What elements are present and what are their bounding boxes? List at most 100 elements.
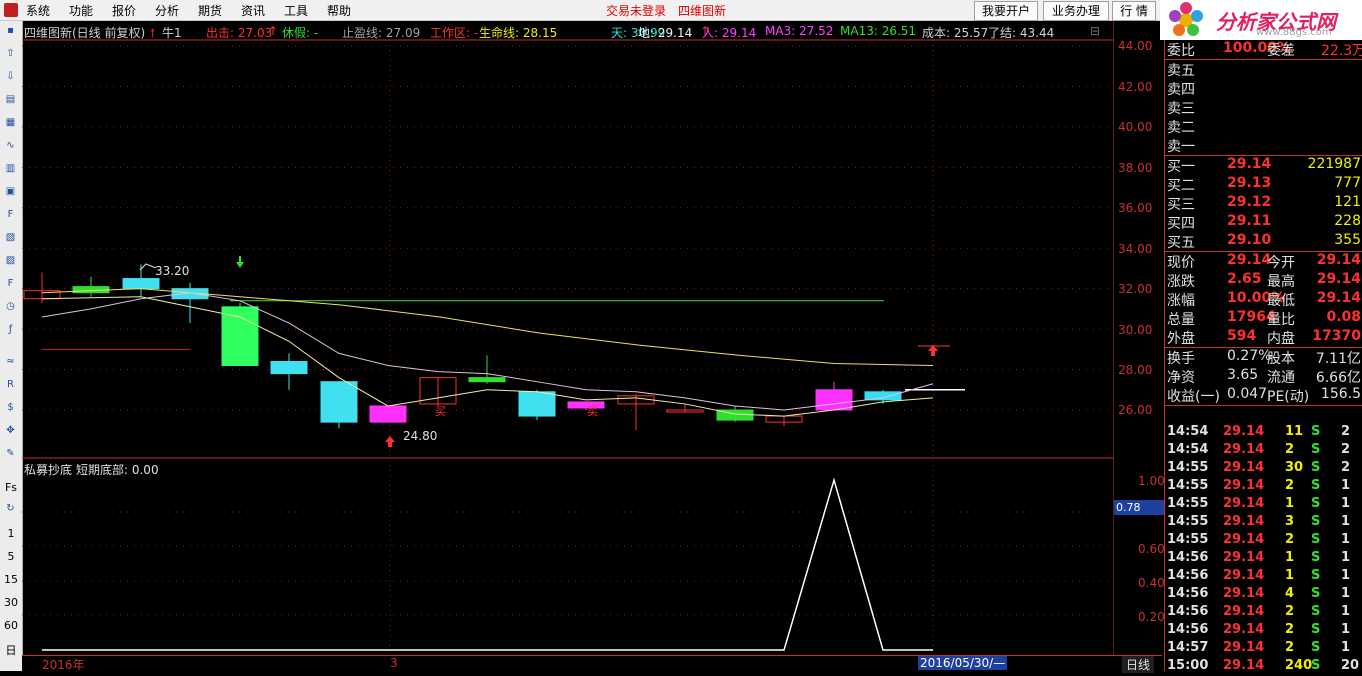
tick-price: 29.14	[1223, 514, 1265, 529]
market-button[interactable]: 行 情	[1112, 1, 1156, 21]
tick-price: 29.14	[1223, 604, 1265, 619]
chart-mode-icon[interactable]: ▪	[3, 23, 18, 38]
quote-panel: 委比 100.00% 委差 22.3万 卖五 卖四 卖三 卖二 卖一 买一 29.14 22…	[1164, 40, 1362, 673]
buy-signal-label: 买	[435, 405, 446, 418]
tick-time: 14:55	[1167, 478, 1209, 493]
quote-label: 最高	[1267, 274, 1295, 290]
period-day[interactable]: 日	[0, 642, 22, 658]
candle-body	[270, 360, 308, 375]
kline-icon[interactable]: ▥	[3, 161, 18, 176]
tiles-icon[interactable]: ▣	[3, 184, 18, 199]
sell-row: 卖四	[1165, 79, 1362, 98]
weibi-label: 委比	[1167, 43, 1195, 59]
fund-row: 收益(一) 0.047 PE(动) 156.5	[1165, 386, 1362, 406]
period-fs[interactable]: Fs	[0, 481, 22, 494]
tick-volume: 2	[1285, 640, 1295, 655]
period-5[interactable]: 5	[0, 550, 22, 563]
tick-row: 15:00 29.14 240 S 20	[1165, 658, 1362, 676]
report-icon[interactable]: ▤	[3, 92, 18, 107]
menu-function[interactable]: 功能	[69, 2, 93, 19]
menu-news[interactable]: 资讯	[241, 2, 265, 19]
business-button[interactable]: 业务办理	[1043, 1, 1109, 21]
tick-count: 2	[1341, 424, 1351, 439]
tick-time: 14:56	[1167, 622, 1209, 637]
move-icon[interactable]: ✥	[3, 423, 18, 438]
site-logo: 分析家公式网 www.88gs.com	[1160, 0, 1362, 40]
tick-side: S	[1311, 568, 1321, 583]
menu-quote[interactable]: 报价	[112, 2, 136, 19]
period-15[interactable]: 15	[0, 573, 22, 586]
fund-label: 收益(一)	[1167, 389, 1220, 405]
line-chart-icon[interactable]: ∿	[3, 138, 18, 153]
open-account-button[interactable]: 我要开户	[974, 1, 1038, 21]
period-60[interactable]: 60	[0, 619, 22, 632]
period-30[interactable]: 30	[0, 596, 22, 609]
sell-row: 卖三	[1165, 98, 1362, 117]
quote-label: 量比	[1267, 312, 1295, 328]
f12-icon[interactable]: F	[3, 276, 18, 291]
tick-row: 14:56 29.14 1 S 1	[1165, 550, 1362, 568]
dollar-icon[interactable]: $	[3, 400, 18, 415]
quote-value: 0.08	[1326, 309, 1361, 325]
quote-label: 最低	[1267, 293, 1295, 309]
menu-system[interactable]: 系统	[26, 2, 50, 19]
formula-icon[interactable]: ƒ	[3, 322, 18, 337]
period-label[interactable]: 日线	[1122, 656, 1155, 673]
buy-row: 买四 29.11 228	[1165, 213, 1362, 232]
price-axis-label: 28.00	[1118, 363, 1153, 377]
arrow-down-icon[interactable]: ⇩	[3, 69, 18, 84]
tick-count: 1	[1341, 514, 1351, 529]
f10-icon[interactable]: F	[3, 207, 18, 222]
tick-volume: 2	[1285, 442, 1295, 457]
refresh-icon[interactable]: ↻	[3, 501, 18, 516]
tick-row: 14:55 29.14 2 S 1	[1165, 478, 1362, 496]
tick-time: 14:56	[1167, 586, 1209, 601]
draw-icon[interactable]: ✎	[3, 446, 18, 461]
buy-signal-label: 买	[587, 405, 598, 418]
buy-row: 买一 29.14 221987	[1165, 156, 1362, 175]
candle-body	[221, 306, 259, 367]
stock-name: 四维图新	[678, 4, 727, 18]
tick-time: 14:57	[1167, 640, 1209, 655]
menu-analysis[interactable]: 分析	[155, 2, 179, 19]
period-1[interactable]: 1	[0, 527, 22, 540]
date-cursor: 2016/05/30/—	[918, 656, 1008, 670]
price-axis-label: 30.00	[1118, 323, 1153, 337]
tick-volume: 2	[1285, 478, 1295, 493]
tick-volume: 3	[1285, 514, 1295, 529]
candle-body	[369, 405, 407, 423]
menu-tools[interactable]: 工具	[284, 2, 308, 19]
tick-side: S	[1311, 550, 1321, 565]
sub-indicator	[42, 477, 933, 651]
tick-count: 1	[1341, 604, 1351, 619]
arrow-up-icon[interactable]: ⇧	[3, 46, 18, 61]
quote-label: 涨幅	[1167, 293, 1195, 309]
clock-icon[interactable]: ◷	[3, 299, 18, 314]
tick-side: S	[1311, 442, 1321, 457]
rsi-icon[interactable]: R	[3, 377, 18, 392]
weibi-row: 委比 100.00% 委差 22.3万	[1165, 40, 1362, 60]
menu-futures[interactable]: 期货	[198, 2, 222, 19]
calendar-icon[interactable]: ▨	[3, 253, 18, 268]
quote-value: 29.14	[1316, 271, 1361, 287]
candle-body	[320, 381, 358, 423]
fund-label: 净资	[1167, 370, 1195, 386]
chart-grid	[22, 21, 1114, 655]
price-axis-label: 32.00	[1118, 282, 1153, 296]
tick-side: S	[1311, 640, 1321, 655]
fund-value: 3.65	[1227, 367, 1259, 383]
high-marker	[139, 263, 157, 271]
tick-side: S	[1311, 460, 1321, 475]
buy-price: 29.11	[1227, 213, 1272, 229]
tick-side: S	[1311, 514, 1321, 529]
sell-level-label: 卖一	[1167, 139, 1195, 155]
price-axis-label: 38.00	[1118, 161, 1153, 175]
sell-row: 卖一	[1165, 136, 1362, 156]
wave-icon[interactable]: ≈	[3, 354, 18, 369]
doc-icon[interactable]: ▧	[3, 230, 18, 245]
tick-time: 14:56	[1167, 604, 1209, 619]
sub-axis-label: 0.60	[1138, 542, 1165, 556]
menu-help[interactable]: 帮助	[327, 2, 351, 19]
buy-signal-icon	[385, 436, 395, 447]
grid-icon[interactable]: ▦	[3, 115, 18, 130]
